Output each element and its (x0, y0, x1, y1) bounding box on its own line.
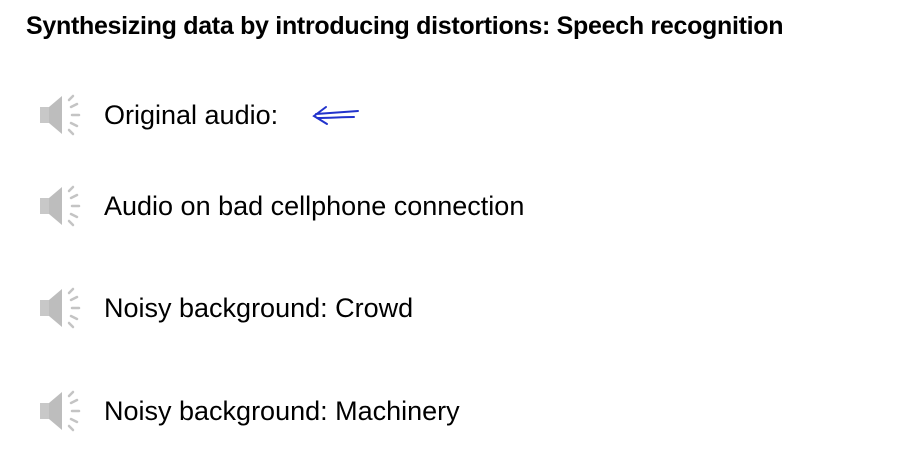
speaker-icon[interactable] (38, 181, 90, 231)
item-label: Original audio: (104, 99, 279, 130)
speaker-icon[interactable] (38, 90, 90, 140)
audio-item-machinery[interactable]: Noisy background: Machinery (38, 386, 460, 436)
item-label: Noisy background: Crowd (104, 292, 414, 323)
speaker-icon[interactable] (38, 386, 90, 436)
item-label: Audio on bad cellphone connection (104, 190, 525, 221)
audio-item-cellphone[interactable]: Audio on bad cellphone connection (38, 181, 524, 231)
speaker-icon[interactable] (38, 283, 90, 333)
slide-title: Synthesizing data by introducing distort… (26, 12, 784, 40)
audio-item-original[interactable]: Original audio: (38, 90, 278, 140)
hand-drawn-arrow-icon (312, 106, 359, 125)
item-label: Noisy background: Machinery (104, 395, 460, 426)
audio-item-crowd[interactable]: Noisy background: Crowd (38, 283, 413, 333)
